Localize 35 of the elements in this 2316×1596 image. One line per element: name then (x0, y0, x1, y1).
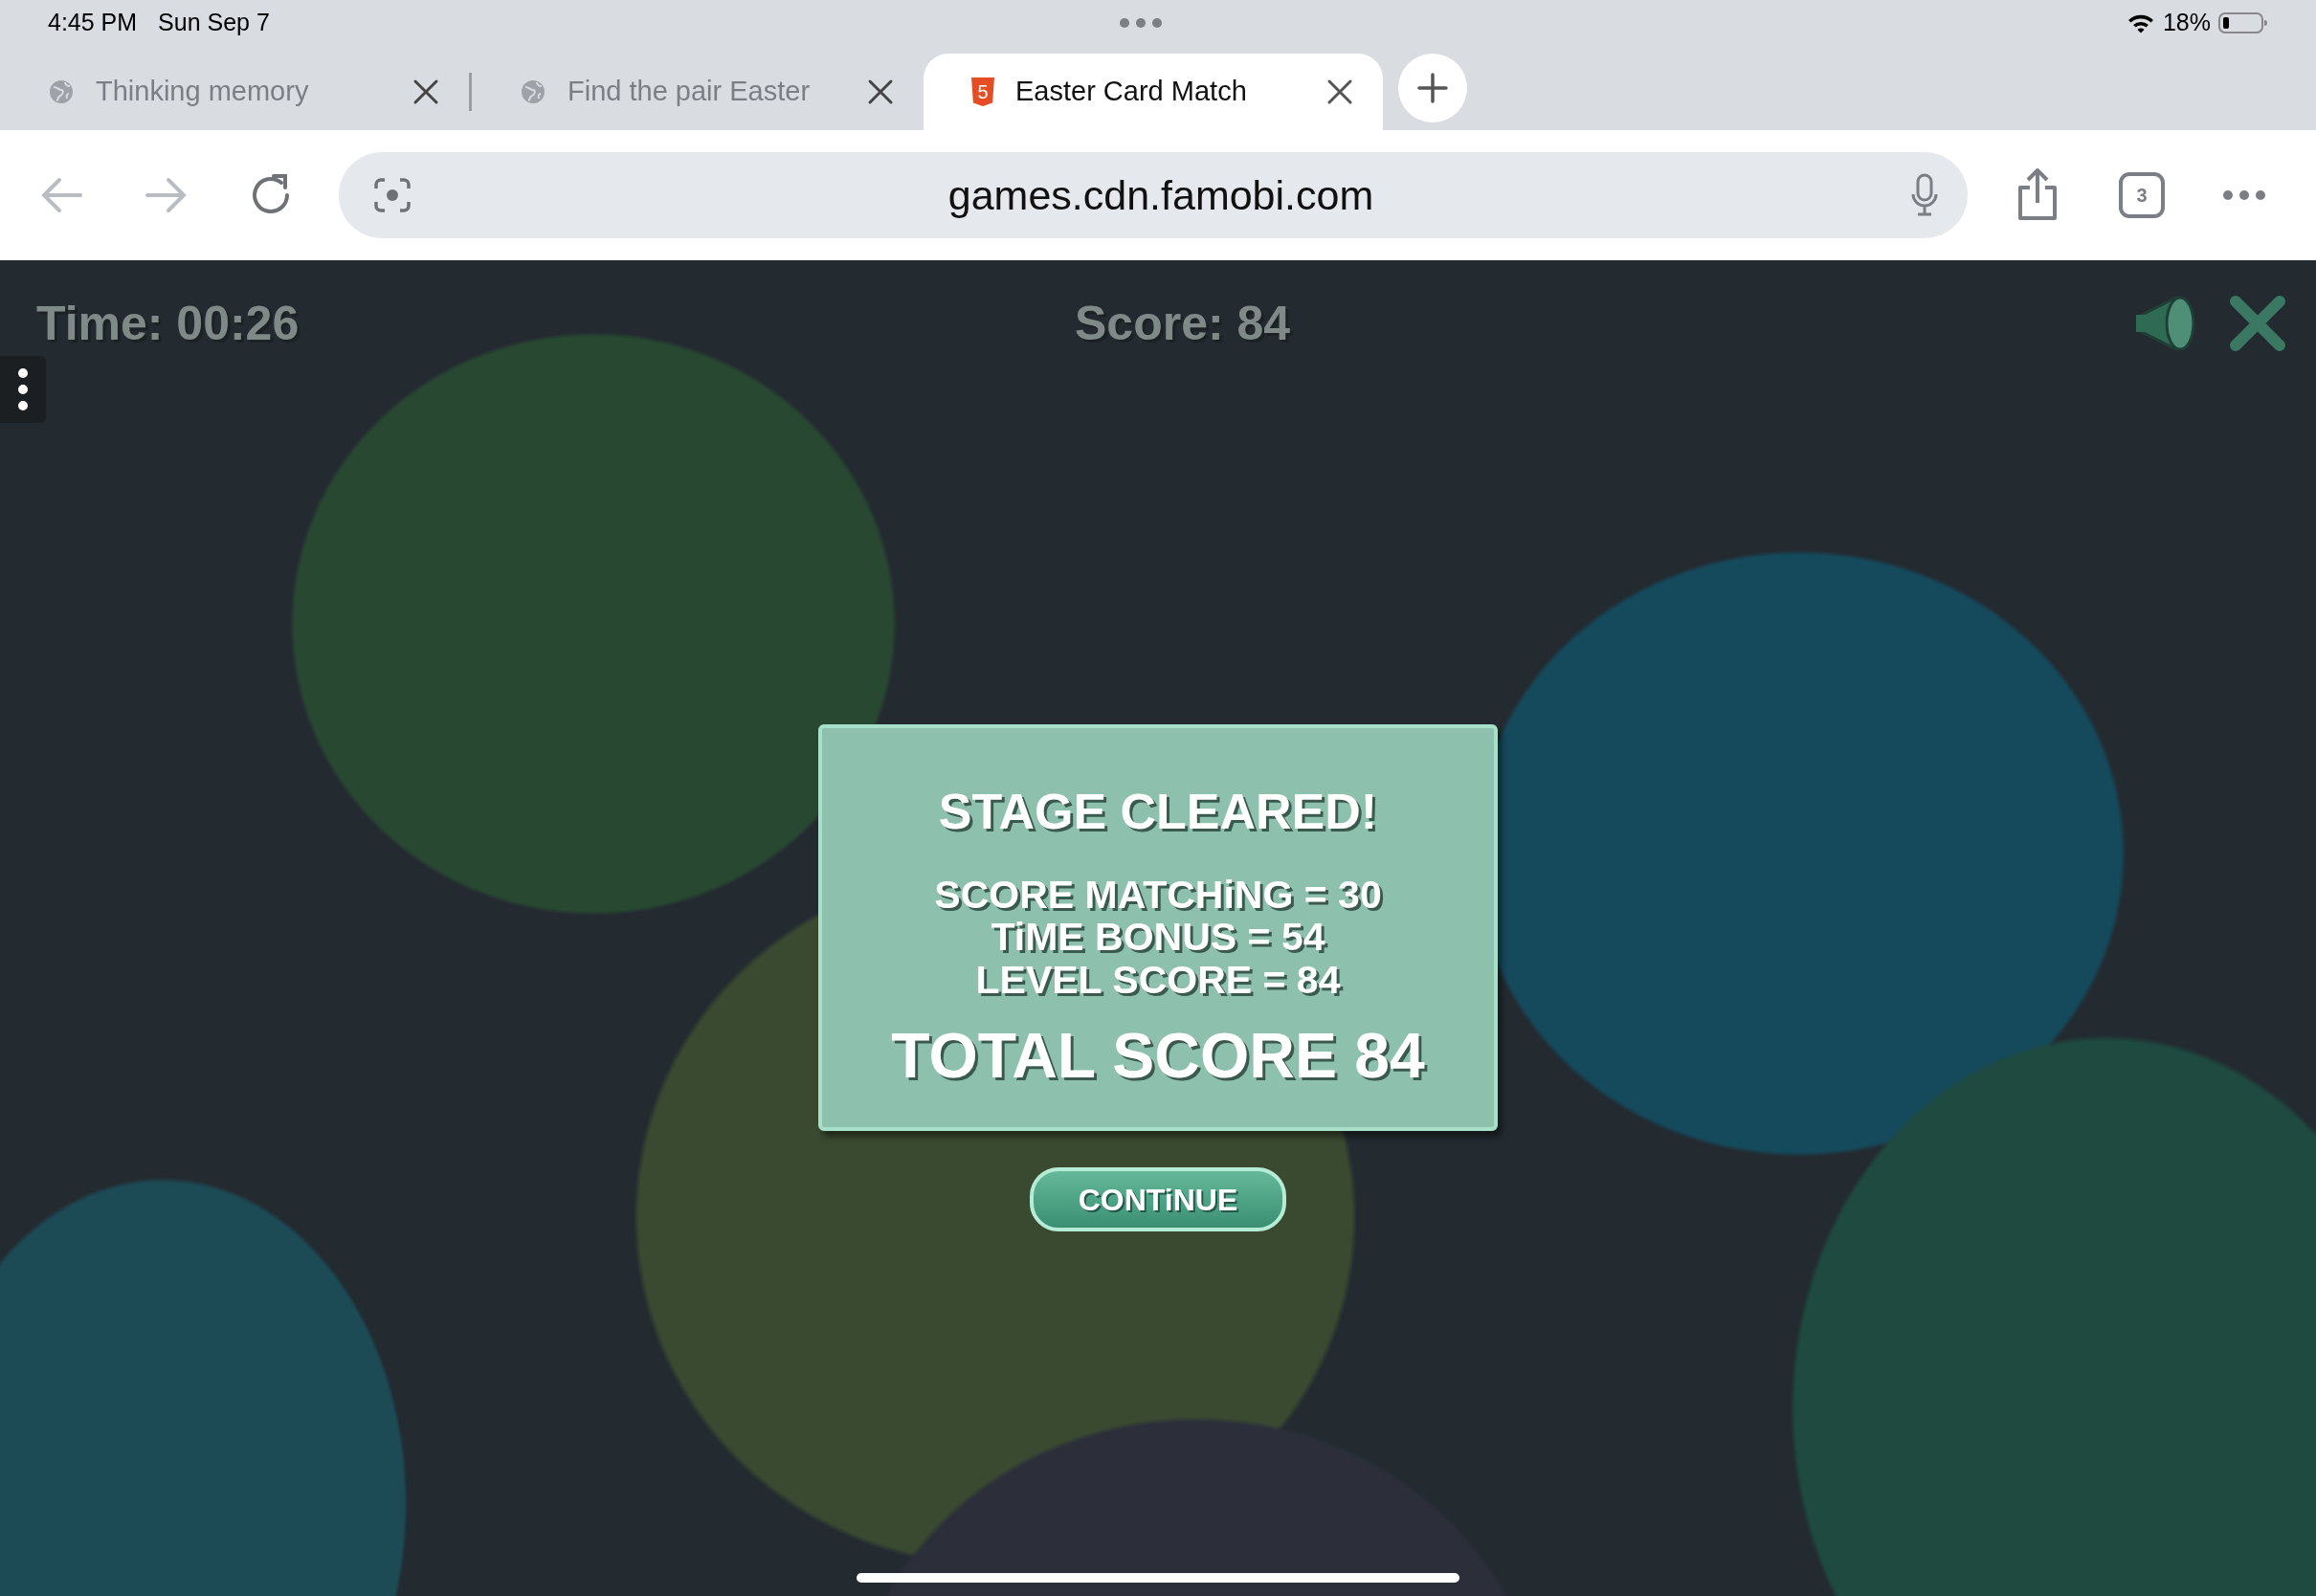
browser-tab[interactable]: 5 Easter Card Match (924, 54, 1383, 130)
tab-title: Find the pair Easter (568, 75, 811, 109)
url-text: games.cdn.famobi.com (947, 170, 1374, 220)
html5-favicon: 5 (971, 78, 994, 106)
panel-title: STAGE CLEARED! (938, 783, 1378, 841)
microphone-icon[interactable] (1910, 173, 1939, 217)
multitask-dots-icon (1119, 18, 1162, 28)
share-icon[interactable] (2015, 168, 2060, 222)
score-counter: Score: 84 (1075, 295, 1291, 352)
time-counter: Time: 00:26 (36, 295, 301, 352)
status-date: Sun Sep 7 (158, 8, 270, 38)
status-time: 4:45 PM (48, 8, 138, 38)
menu-dots-icon[interactable] (17, 367, 29, 411)
tab-title: Easter Card Match (1015, 75, 1247, 109)
score-line: LEVEL SCORE = 84 (975, 958, 1341, 1001)
total-score: TOTAL SCORE 84 (891, 1018, 1425, 1093)
score-line: TiME BONUS = 54 (991, 916, 1325, 959)
close-icon[interactable] (866, 78, 895, 106)
more-icon[interactable] (2222, 189, 2266, 201)
battery-icon (2218, 11, 2268, 34)
close-icon[interactable] (1325, 78, 1354, 106)
score-line: SCORE MATCHiNG = 30 (934, 874, 1382, 917)
battery-percent: 18% (2162, 8, 2211, 38)
globe-icon (48, 78, 75, 105)
menu-button[interactable] (0, 356, 46, 423)
close-icon[interactable] (412, 78, 440, 106)
globe-icon (520, 78, 546, 105)
tab-count-button[interactable]: 3 (2119, 172, 2165, 218)
plus-icon (1417, 73, 1448, 103)
continue-button[interactable]: CONTiNUE (1030, 1167, 1286, 1231)
camera-scan-icon[interactable] (373, 177, 412, 213)
browser-tab[interactable]: Thinking memory (0, 54, 469, 130)
address-bar[interactable]: games.cdn.famobi.com (339, 152, 1968, 238)
browser-tab[interactable]: Find the pair Easter (472, 54, 924, 130)
tab-title: Thinking memory (96, 75, 309, 109)
